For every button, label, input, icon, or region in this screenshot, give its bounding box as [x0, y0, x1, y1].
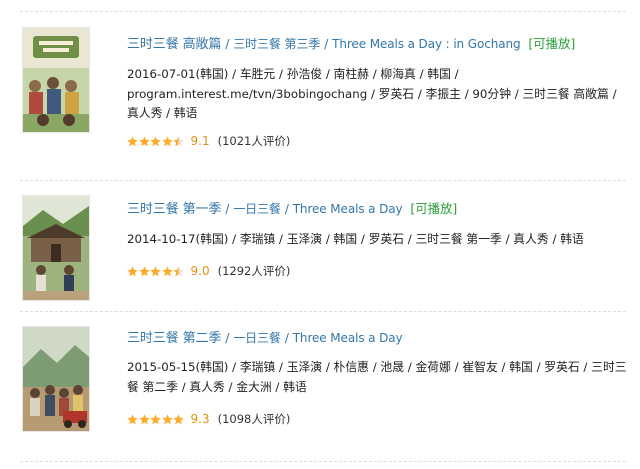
playable-badge[interactable]: [可播放]	[528, 36, 575, 51]
rating-score: 9.3	[190, 412, 210, 426]
item-title[interactable]: 三时三餐 高敞篇 / 三时三餐 第三季 / Three Meals a Day …	[127, 33, 575, 52]
rating-score: 9.0	[190, 264, 210, 278]
title-alt-link[interactable]: 一日三餐	[233, 331, 281, 345]
title-english-link[interactable]: Three Meals a Day : in Gochang	[332, 37, 520, 51]
star-icon	[127, 265, 138, 276]
star-icon	[161, 265, 173, 276]
poster-image[interactable]	[22, 27, 90, 133]
poster-image[interactable]	[22, 326, 90, 432]
star-icon	[161, 413, 173, 424]
divider-1	[20, 180, 626, 181]
title-english-link[interactable]: Three Meals a Day	[293, 202, 403, 216]
title-alt-link[interactable]: 一日三餐	[233, 202, 281, 216]
divider-top	[20, 11, 626, 12]
star-icon	[173, 413, 184, 424]
star-icon	[150, 265, 161, 276]
rating-votes: (1292人评价)	[217, 264, 291, 278]
divider-bottom	[20, 461, 626, 462]
rating-row: 9.3 (1098人评价)	[127, 411, 290, 427]
rating-score: 9.1	[190, 134, 210, 148]
title-main-link[interactable]: 三时三餐 高敞篇	[127, 37, 221, 52]
star-icon	[150, 135, 161, 146]
item-title[interactable]: 三时三餐 第二季 / 一日三餐 / Three Meals a Day	[127, 327, 403, 346]
playable-badge[interactable]: [可播放]	[410, 201, 457, 216]
divider-2	[20, 311, 626, 312]
star-icon	[127, 413, 138, 424]
poster-image[interactable]	[22, 195, 90, 301]
star-rating	[127, 413, 185, 425]
title-main-link[interactable]: 三时三餐 第一季	[127, 202, 221, 217]
star-icon	[138, 265, 150, 276]
item-meta: 2014-10-17(韩国) / 李瑞镇 / 玉泽演 / 韩国 / 罗英石 / …	[127, 232, 584, 246]
title-main-link[interactable]: 三时三餐 第二季	[127, 331, 221, 346]
star-rating	[127, 135, 185, 147]
title-english-link[interactable]: Three Meals a Day	[293, 331, 403, 345]
rating-votes: (1021人评价)	[217, 134, 291, 148]
star-icon	[161, 135, 173, 146]
title-alt-link[interactable]: 三时三餐 第三季	[233, 37, 320, 51]
item-meta: 2015-05-15(韩国) / 李瑞镇 / 玉泽演 / 朴信惠 / 池晟 / …	[127, 360, 627, 394]
item-title[interactable]: 三时三餐 第一季 / 一日三餐 / Three Meals a Day [可播放…	[127, 198, 457, 217]
rating-row: 9.0 (1292人评价)	[127, 263, 290, 279]
star-icon	[138, 413, 150, 424]
item-meta: 2016-07-01(韩国) / 车胜元 / 孙浩俊 / 南柱赫 / 柳海真 /…	[127, 67, 617, 120]
rating-row: 9.1 (1021人评价)	[127, 133, 290, 149]
star-icon	[173, 135, 184, 146]
rating-votes: (1098人评价)	[217, 412, 291, 426]
star-rating	[127, 265, 185, 277]
star-icon	[150, 413, 161, 424]
star-icon	[138, 135, 150, 146]
star-icon	[173, 265, 184, 276]
star-icon	[127, 135, 138, 146]
